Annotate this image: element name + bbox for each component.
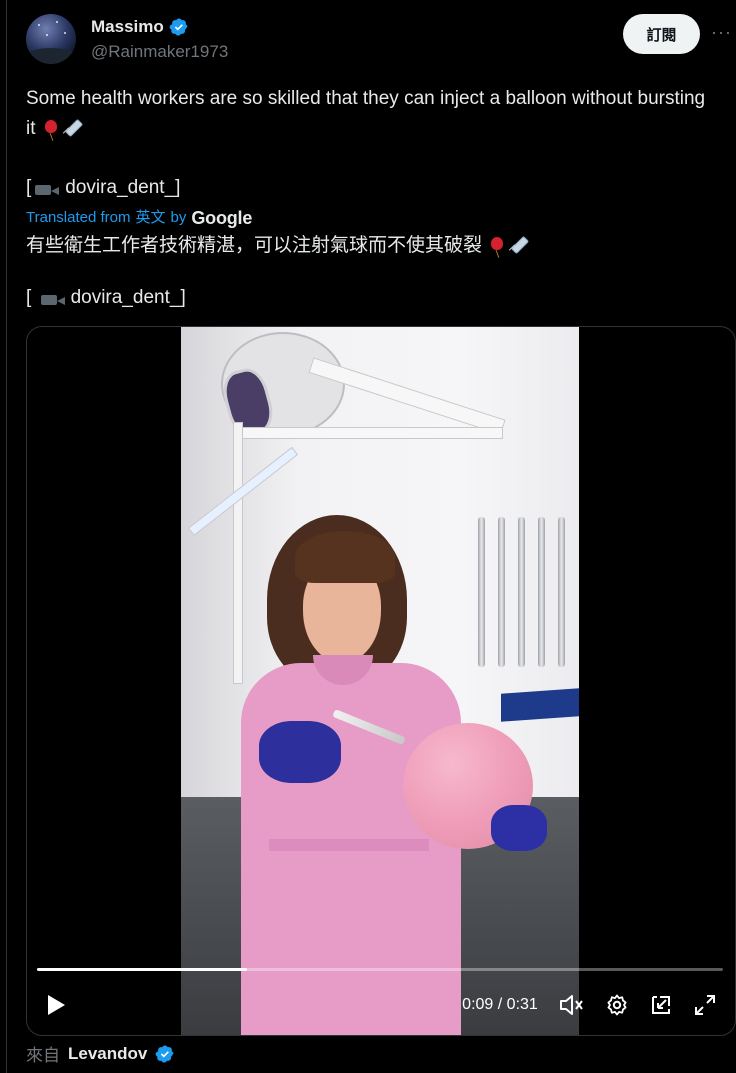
translated-source-credit-name: dovira_dent_ [70, 287, 181, 308]
attribution-name[interactable]: Levandov [68, 1044, 147, 1064]
translated-from-label[interactable]: Translated from [26, 203, 130, 233]
subscribe-button[interactable]: 訂閱 [623, 14, 700, 54]
author-handle[interactable]: @Rainmaker1973 [91, 42, 228, 62]
translated-text: 有些衛生工作者技術精湛，可以注射氣球而不使其破裂 [26, 231, 529, 261]
translated-source-credit: [ dovira_dent_] [26, 287, 186, 308]
left-border [6, 0, 7, 1073]
post-text-content: Some health workers are so skilled that … [26, 88, 706, 139]
settings-gear-icon[interactable] [603, 989, 631, 1021]
fullscreen-icon[interactable] [691, 989, 719, 1021]
syringe-emoji-icon [507, 233, 529, 255]
balloon-emoji-icon [44, 120, 57, 136]
verified-badge-icon [169, 18, 188, 36]
movie-camera-icon [40, 289, 65, 305]
video-time: 0:09 / 0:31 [455, 989, 545, 1021]
video-progress-fill[interactable] [37, 968, 247, 971]
movie-camera-icon [35, 179, 60, 195]
attribution-prefix: 來自 [26, 1046, 60, 1065]
video-frame[interactable] [181, 327, 579, 1035]
google-logo: Google [191, 208, 253, 228]
author-display-name[interactable]: Massimo [91, 17, 164, 37]
more-options-icon[interactable]: ··· [711, 22, 732, 43]
volume-icon[interactable] [557, 989, 585, 1021]
avatar[interactable] [26, 14, 76, 64]
source-credit-name: dovira_dent_ [65, 177, 176, 198]
source-language[interactable]: 英文 [135, 203, 165, 233]
video-time-separator: / [497, 996, 503, 1013]
post-page: Massimo @Rainmaker1973 訂閱 ··· Some healt… [0, 0, 736, 1073]
video-attribution: 來自 Levandov [26, 1041, 175, 1066]
translation-note[interactable]: Translated from 英文 by Google [26, 203, 252, 233]
picture-in-picture-icon[interactable] [647, 989, 675, 1021]
balloon-emoji-icon [491, 237, 504, 253]
post-text: Some health workers are so skilled that … [26, 84, 716, 144]
author-name[interactable]: Massimo [91, 17, 189, 37]
syringe-emoji-icon [61, 116, 83, 138]
video-player[interactable]: 0:09 / 0:31 [26, 326, 736, 1036]
video-current-time: 0:09 [462, 996, 494, 1013]
video-duration: 0:31 [506, 996, 538, 1013]
translated-by-label[interactable]: by [171, 203, 187, 233]
play-icon[interactable] [41, 989, 71, 1021]
translated-text-content: 有些衛生工作者技術精湛，可以注射氣球而不使其破裂 [26, 235, 483, 256]
verified-badge-icon [155, 1044, 174, 1063]
source-credit: [dovira_dent_] [26, 177, 181, 198]
